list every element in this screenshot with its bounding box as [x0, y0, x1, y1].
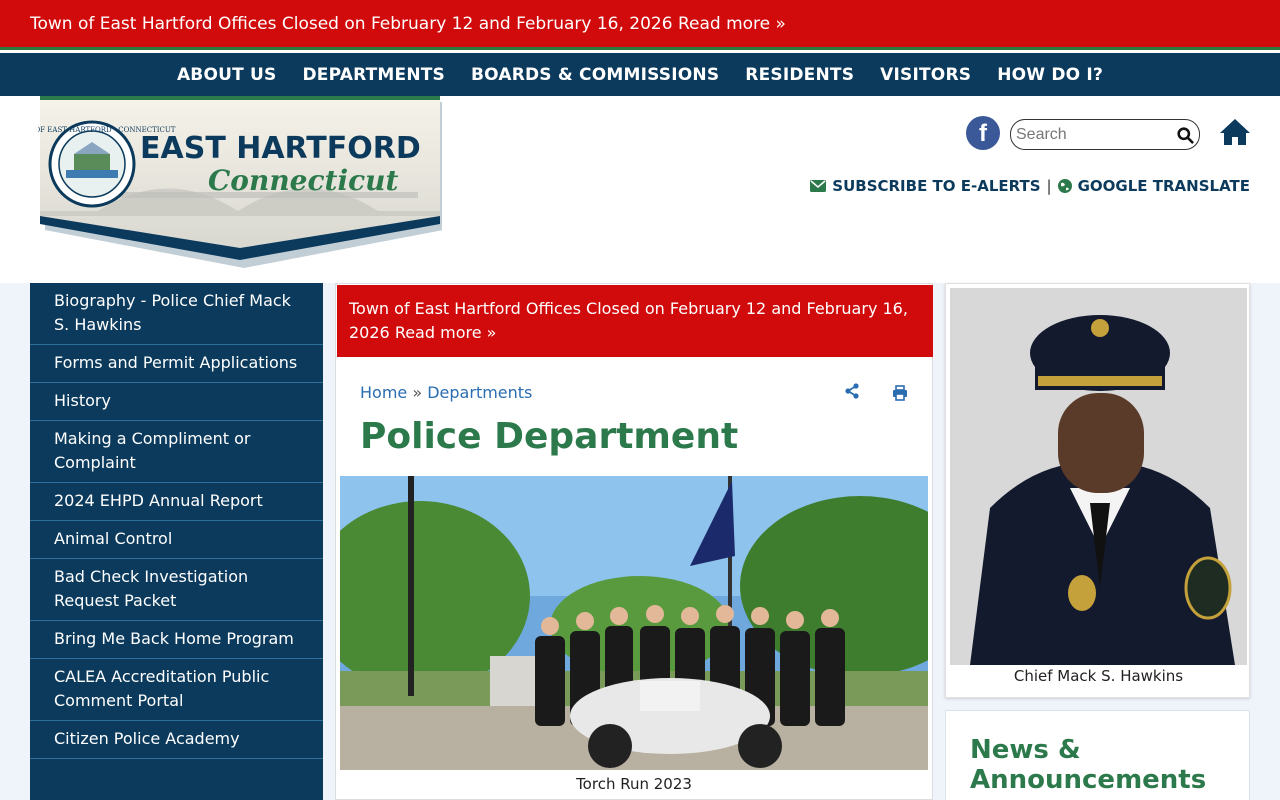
content-alert-read-more-link[interactable]: Read more »	[395, 323, 497, 342]
nav-visitors[interactable]: VISITORS	[880, 65, 971, 85]
sidebar-item-bring-me-back-home[interactable]: Bring Me Back Home Program	[30, 621, 323, 659]
sidebar-item-animal-control[interactable]: Animal Control	[30, 521, 323, 559]
logo-subtitle: Connecticut	[208, 164, 399, 197]
news-card: News & Announcements	[945, 710, 1250, 800]
hero-image	[340, 476, 928, 770]
nav-residents[interactable]: RESIDENTS	[745, 65, 854, 85]
alert-banner: Town of East Hartford Offices Closed on …	[0, 0, 1280, 50]
facebook-icon[interactable]: f	[966, 116, 1000, 150]
hero-caption: Torch Run 2023	[576, 775, 692, 793]
search-input[interactable]	[1016, 123, 1166, 146]
chief-photo	[950, 288, 1247, 665]
utility-links: SUBSCRIBE TO E-ALERTS | GOOGLE TRANSLATE	[810, 177, 1250, 195]
sidebar-item-calea[interactable]: CALEA Accreditation Public Comment Porta…	[30, 659, 323, 721]
search-icon[interactable]	[1177, 127, 1194, 144]
sidebar-item-citizen-academy[interactable]: Citizen Police Academy	[30, 721, 323, 759]
site-logo[interactable]: TOWN OF EAST HARTFORD · CONNECTICUT EAST…	[9, 96, 443, 268]
sidebar-item-compliment-complaint[interactable]: Making a Compliment or Complaint	[30, 421, 323, 483]
sidebar-nav: Biography - Police Chief Mack S. Hawkins…	[30, 283, 323, 800]
page-title: Police Department	[360, 416, 739, 457]
alert-text: Town of East Hartford Offices Closed on …	[30, 14, 673, 34]
breadcrumb-separator: »	[412, 383, 423, 402]
breadcrumb-home-link[interactable]: Home	[360, 383, 407, 402]
nav-about-us[interactable]: ABOUT US	[177, 65, 277, 85]
main-content: Town of East Hartford Offices Closed on …	[335, 283, 933, 800]
breadcrumb-departments-link[interactable]: Departments	[427, 383, 532, 402]
utility-separator: |	[1046, 177, 1052, 195]
print-icon[interactable]	[892, 385, 908, 401]
sidebar-item-bad-check[interactable]: Bad Check Investigation Request Packet	[30, 559, 323, 621]
home-icon[interactable]	[1219, 118, 1251, 146]
sidebar-item-history[interactable]: History	[30, 383, 323, 421]
share-icon[interactable]	[844, 383, 860, 399]
sidebar-item-forms[interactable]: Forms and Permit Applications	[30, 345, 323, 383]
nav-boards-commissions[interactable]: BOARDS & COMMISSIONS	[471, 65, 719, 85]
google-translate-link[interactable]: GOOGLE TRANSLATE	[1078, 177, 1250, 195]
alert-read-more-link[interactable]: Read more »	[678, 14, 786, 34]
sidebar-item-biography[interactable]: Biography - Police Chief Mack S. Hawkins	[30, 283, 323, 345]
main-nav: ABOUT US DEPARTMENTS BOARDS & COMMISSION…	[0, 53, 1280, 96]
subscribe-e-alerts-link[interactable]: SUBSCRIBE TO E-ALERTS	[832, 177, 1040, 195]
chief-card: Chief Mack S. Hawkins	[945, 283, 1250, 698]
breadcrumb: Home » Departments	[360, 383, 532, 402]
logo-title: EAST HARTFORD	[140, 131, 421, 166]
nav-departments[interactable]: DEPARTMENTS	[303, 65, 446, 85]
nav-how-do-i[interactable]: HOW DO I?	[997, 65, 1103, 85]
chief-caption: Chief Mack S. Hawkins	[1013, 667, 1184, 685]
sidebar-item-annual-report[interactable]: 2024 EHPD Annual Report	[30, 483, 323, 521]
envelope-icon	[810, 180, 827, 192]
content-alert-banner: Town of East Hartford Offices Closed on …	[337, 285, 933, 357]
globe-icon	[1057, 179, 1072, 193]
news-title: News & Announcements	[970, 735, 1207, 795]
